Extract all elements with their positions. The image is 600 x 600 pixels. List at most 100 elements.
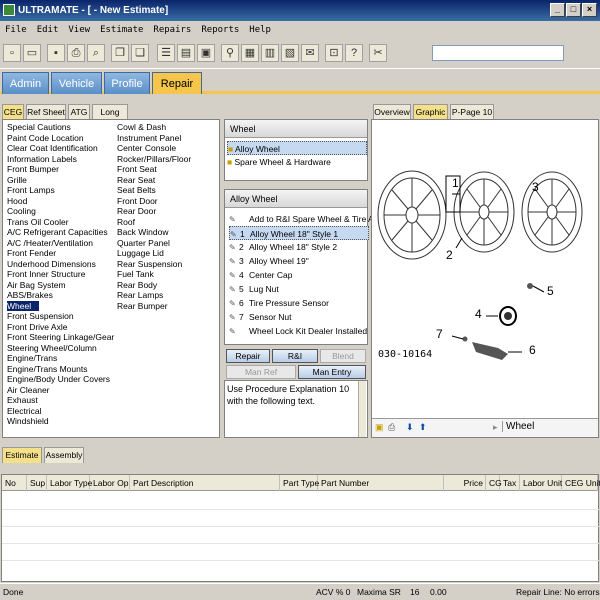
col-part-number[interactable]: Part Number	[318, 475, 444, 491]
ceg-item[interactable]: Rear Lamps	[117, 290, 163, 301]
col-no[interactable]: No	[2, 475, 27, 491]
ceg-item[interactable]: Rear Seat	[117, 175, 155, 186]
ceg-item[interactable]: Rocker/Pillars/Floor	[117, 154, 191, 165]
ceg-item[interactable]: Grille	[7, 175, 27, 186]
alloy-part-row[interactable]: ✎ Wheel Lock Kit Dealer Installed	[229, 324, 369, 338]
ceg-item[interactable]: Air Cleaner	[7, 385, 50, 396]
ceg-item[interactable]: Engine/Trans	[7, 353, 57, 364]
alloy-part-row[interactable]: ✎ 7 Sensor Nut	[229, 310, 369, 324]
ceg-item[interactable]: ABS/Brakes	[7, 290, 53, 301]
preview-icon[interactable]: ⊡	[325, 44, 343, 62]
print-icon[interactable]: ⎙	[388, 422, 395, 433]
ceg-item[interactable]: Paint Code Location	[7, 133, 84, 144]
ceg-item[interactable]: Rear Body	[117, 280, 157, 291]
grid-icon[interactable]: ▦	[241, 44, 259, 62]
ceg-item[interactable]: Underhood Dimensions	[7, 259, 96, 270]
tab-graphic[interactable]: Graphic	[413, 104, 448, 119]
man-entry-button[interactable]: Man Entry	[298, 365, 366, 379]
ceg-item[interactable]: Front Suspension	[7, 311, 74, 322]
alloy-part-row[interactable]: ✎ 3 Alloy Wheel 19"	[229, 254, 369, 268]
col-part-description[interactable]: Part Description	[130, 475, 280, 491]
ceg-item[interactable]: Instrument Panel	[117, 133, 181, 144]
col-part-type[interactable]: Part Type	[280, 475, 319, 491]
ceg-item[interactable]: Rear Door	[117, 206, 156, 217]
alloy-part-row[interactable]: ✎ 1 Alloy Wheel 18" Style 1	[229, 226, 369, 240]
ceg-item[interactable]: A/C /Heater/Ventilation	[7, 238, 93, 249]
menu-view[interactable]: View	[63, 21, 95, 35]
calculator-icon[interactable]: ▥	[261, 44, 279, 62]
ceg-item[interactable]: Trans Oil Cooler	[7, 217, 69, 228]
toolbar-search-input[interactable]	[432, 45, 564, 61]
ceg-item[interactable]: Front Drive Axle	[7, 322, 67, 333]
tools-icon[interactable]: ✂	[369, 44, 387, 62]
find-icon[interactable]: ⚲	[221, 44, 239, 62]
repair-button[interactable]: Repair	[226, 349, 270, 363]
ceg-item[interactable]: Seat Belts	[117, 185, 156, 196]
window-icon[interactable]: ▣	[197, 44, 215, 62]
ceg-item[interactable]: Special Cautions	[7, 122, 71, 133]
tab-estimate[interactable]: Estimate	[2, 447, 42, 463]
procedure-scrollbar[interactable]	[358, 381, 366, 437]
menu-help[interactable]: Help	[244, 21, 276, 35]
lock-icon[interactable]: ▣	[375, 422, 384, 433]
col-labor-unit[interactable]: Labor Unit	[520, 475, 562, 491]
col-sup[interactable]: Sup	[27, 475, 47, 491]
tab-profile[interactable]: Profile	[104, 72, 150, 94]
tab-long-exp[interactable]: Long Exp	[92, 104, 128, 131]
ceg-item[interactable]: Clear Coat Identification	[7, 143, 98, 154]
alloy-part-row[interactable]: ✎ 4 Center Cap	[229, 268, 369, 282]
alloy-part-row[interactable]: ✎ Add to R&I Spare Wheel & Tire A...	[229, 212, 381, 226]
menu-reports[interactable]: Reports	[196, 21, 244, 35]
ceg-item[interactable]: Information Labels	[7, 154, 77, 165]
alloy-part-row[interactable]: ✎ 6 Tire Pressure Sensor	[229, 296, 369, 310]
col-cg[interactable]: CG	[486, 475, 502, 491]
ceg-item[interactable]: Fuel Tank	[117, 269, 154, 280]
ceg-item[interactable]: Front Steering Linkage/Gear	[7, 332, 114, 343]
ceg-item[interactable]: Wheel	[7, 300, 40, 311]
next-icon[interactable]: ▸	[493, 422, 498, 433]
save-icon[interactable]: ▪	[47, 44, 65, 62]
man-ref-button[interactable]: Man Ref	[226, 365, 296, 379]
tab-atg[interactable]: ATG	[68, 104, 90, 119]
layout-icon[interactable]: ▤	[177, 44, 195, 62]
print-icon[interactable]: ⎙	[67, 44, 85, 62]
blend-button[interactable]: Blend	[320, 349, 366, 363]
ceg-item[interactable]: Engine/Body Under Covers	[7, 374, 110, 385]
email-icon[interactable]: ✉	[301, 44, 319, 62]
ceg-item[interactable]: Steering Wheel/Column	[7, 343, 97, 354]
open-folder-icon[interactable]: ▭	[23, 44, 41, 62]
ceg-item[interactable]: Cooling	[7, 206, 36, 217]
ceg-item[interactable]: Back Window	[117, 227, 169, 238]
maximize-button[interactable]: □	[566, 3, 581, 17]
minimize-button[interactable]: _	[550, 3, 565, 17]
ceg-item[interactable]: Luggage Lid	[117, 248, 164, 259]
alloy-part-row[interactable]: ✎ 5 Lug Nut	[229, 282, 369, 296]
ceg-item[interactable]: Cowl & Dash	[117, 122, 166, 133]
tab-ref-sheet[interactable]: Ref Sheet	[26, 104, 66, 119]
ceg-item[interactable]: Air Bag System	[7, 280, 66, 291]
arrow-down-icon[interactable]: ⬇	[406, 422, 414, 433]
tab-ceg[interactable]: CEG	[2, 104, 24, 119]
tab-overview[interactable]: Overview	[373, 104, 411, 119]
tab-p-page[interactable]: P-Page 10	[450, 104, 494, 119]
tab-repair[interactable]: Repair	[152, 72, 202, 94]
list-item-spare-wheel[interactable]: ■ Spare Wheel & Hardware	[227, 155, 367, 169]
ceg-item[interactable]: Rear Bumper	[117, 301, 168, 312]
col-labor-type[interactable]: Labor Type	[47, 475, 92, 491]
tab-assembly[interactable]: Assembly	[44, 447, 84, 463]
ceg-item[interactable]: Hood	[7, 196, 27, 207]
tab-vehicle[interactable]: Vehicle	[51, 72, 102, 94]
ceg-item[interactable]: Center Console	[117, 143, 176, 154]
copy-icon[interactable]: ❐	[111, 44, 129, 62]
report-icon[interactable]: ▧	[281, 44, 299, 62]
ceg-item[interactable]: Front Lamps	[7, 185, 55, 196]
list-item-alloy-wheel[interactable]: ■ Alloy Wheel	[227, 141, 367, 155]
ceg-item[interactable]: Roof	[117, 217, 135, 228]
list-icon[interactable]: ☰	[157, 44, 175, 62]
ceg-item[interactable]: Front Fender	[7, 248, 56, 259]
arrow-up-icon[interactable]: ⬆	[419, 422, 427, 433]
ceg-item[interactable]: Front Bumper	[7, 164, 59, 175]
help-icon[interactable]: ?	[345, 44, 363, 62]
paste-icon[interactable]: ❏	[131, 44, 149, 62]
search-doc-icon[interactable]: ⌕	[87, 44, 105, 62]
